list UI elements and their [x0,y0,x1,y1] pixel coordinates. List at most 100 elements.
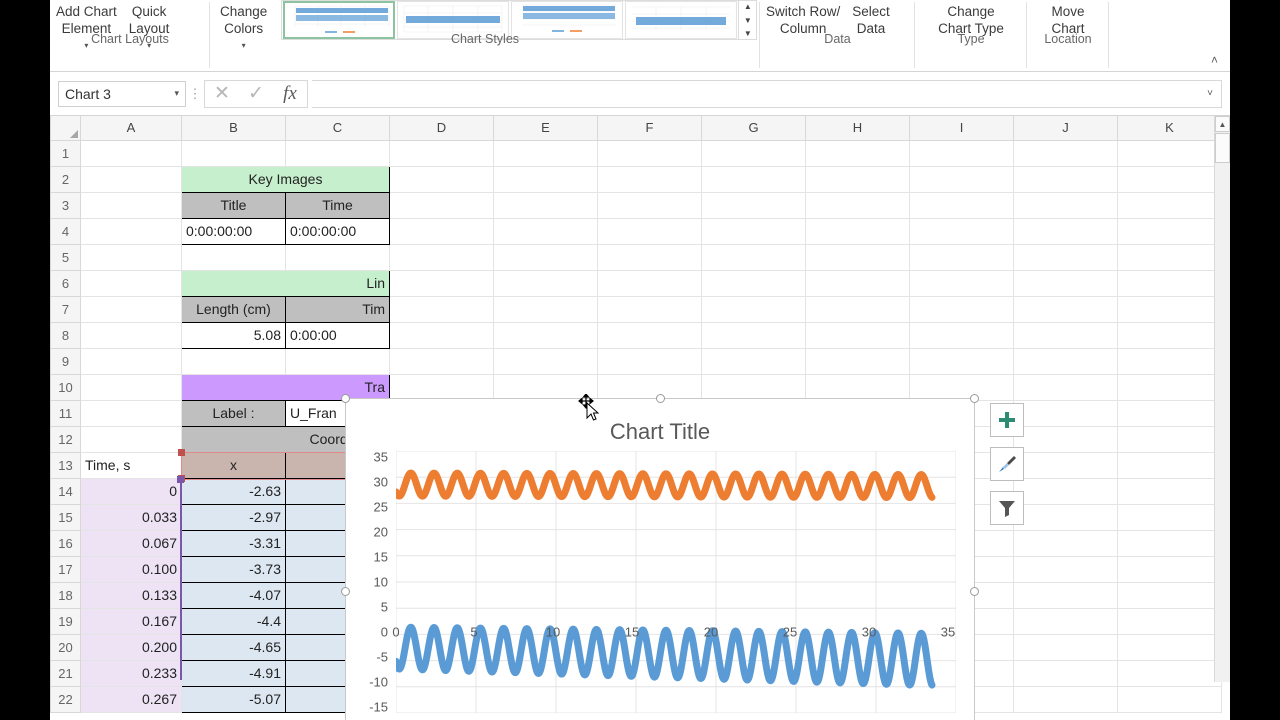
cell-A2[interactable] [80,165,182,193]
cell-A5[interactable] [80,243,182,271]
cell-B19[interactable]: -4.4 [181,607,286,635]
column-header-C[interactable]: C [285,116,390,141]
cell-C9[interactable] [285,347,390,375]
cell-E3[interactable] [493,191,598,219]
cell-D2[interactable] [389,165,494,193]
cell-H6[interactable] [805,269,910,297]
insert-function-icon[interactable]: fx [273,83,307,105]
cell-H3[interactable] [805,191,910,219]
cell-F8[interactable] [597,321,702,349]
scrollbar-thumb[interactable] [1215,133,1230,163]
row-header-7[interactable]: 7 [50,295,81,323]
cell-B16[interactable]: -3.31 [181,529,286,557]
cell-I6[interactable] [909,269,1014,297]
cell-K20[interactable] [1117,633,1222,661]
row-header-2[interactable]: 2 [50,165,81,193]
cell-G10[interactable] [701,373,806,401]
select-all-corner[interactable] [50,116,81,141]
cell-F10[interactable] [597,373,702,401]
row-header-20[interactable]: 20 [50,633,81,661]
cell-H5[interactable] [805,243,910,271]
cell-J8[interactable] [1013,321,1118,349]
cell-K19[interactable] [1117,607,1222,635]
cell-A18[interactable]: 0.133 [80,581,182,609]
chart-elements-button[interactable] [990,403,1024,437]
cell-B15[interactable]: -2.97 [181,503,286,531]
cell-A20[interactable]: 0.200 [80,633,182,661]
row-header-12[interactable]: 12 [50,425,81,453]
cell-J2[interactable] [1013,165,1118,193]
row-header-1[interactable]: 1 [50,139,81,167]
cell-J16[interactable] [1013,529,1118,557]
column-header-A[interactable]: A [80,116,182,141]
cell-H1[interactable] [805,139,910,167]
cell-E4[interactable] [493,217,598,245]
cell-C3[interactable]: Time [285,191,390,219]
cell-D1[interactable] [389,139,494,167]
cell-G6[interactable] [701,269,806,297]
row-header-16[interactable]: 16 [50,529,81,557]
cell-F2[interactable] [597,165,702,193]
cell-G1[interactable] [701,139,806,167]
chart-handle-top-left[interactable] [341,394,350,403]
cell-K13[interactable] [1117,451,1222,479]
cell-J20[interactable] [1013,633,1118,661]
cell-B21[interactable]: -4.91 [181,659,286,687]
cell-A6[interactable] [80,269,182,297]
gallery-scroll-up-icon[interactable]: ▲ [744,1,752,12]
cell-E2[interactable] [493,165,598,193]
cell-E10[interactable] [493,373,598,401]
cell-J17[interactable] [1013,555,1118,583]
cell-K18[interactable] [1117,581,1222,609]
cell-E6[interactable] [493,269,598,297]
formula-bar-grip[interactable]: ⋮ [186,86,204,102]
cell-G7[interactable] [701,295,806,323]
name-box[interactable]: Chart 3 ▾ [58,80,186,107]
cell-C8[interactable]: 0:00:00 [285,321,390,349]
vertical-scrollbar[interactable]: ▲ [1214,116,1230,682]
cell-K15[interactable] [1117,503,1222,531]
cell-J14[interactable] [1013,477,1118,505]
cell-D6[interactable] [389,269,494,297]
cell-H9[interactable] [805,347,910,375]
cell-J4[interactable] [1013,217,1118,245]
cell-G2[interactable] [701,165,806,193]
row-header-9[interactable]: 9 [50,347,81,375]
cell-I3[interactable] [909,191,1014,219]
cell-B8[interactable]: 5.08 [181,321,286,349]
cell-D5[interactable] [389,243,494,271]
cell-B2[interactable]: Key Images [181,165,390,193]
cell-A11[interactable] [80,399,182,427]
cell-I4[interactable] [909,217,1014,245]
cell-A13[interactable]: Time, s [80,451,182,479]
cell-J10[interactable] [1013,373,1118,401]
chevron-down-icon[interactable]: ˅ [1207,88,1213,99]
cell-K4[interactable] [1117,217,1222,245]
chart-title[interactable]: Chart Title [346,419,974,445]
cell-E1[interactable] [493,139,598,167]
cell-A3[interactable] [80,191,182,219]
chart-handle-middle-right[interactable] [970,587,979,596]
cell-B18[interactable]: -4.07 [181,581,286,609]
cell-I2[interactable] [909,165,1014,193]
formula-input[interactable]: ˅ [312,79,1222,108]
column-header-K[interactable]: K [1117,116,1222,141]
row-header-5[interactable]: 5 [50,243,81,271]
column-header-E[interactable]: E [493,116,598,141]
cell-I10[interactable] [909,373,1014,401]
cell-H2[interactable] [805,165,910,193]
row-header-8[interactable]: 8 [50,321,81,349]
chart-styles-button[interactable] [990,447,1024,481]
row-header-18[interactable]: 18 [50,581,81,609]
cell-K22[interactable] [1117,685,1222,713]
cell-A8[interactable] [80,321,182,349]
cell-A4[interactable] [80,217,182,245]
column-header-I[interactable]: I [909,116,1014,141]
row-header-6[interactable]: 6 [50,269,81,297]
cell-E9[interactable] [493,347,598,375]
cell-G3[interactable] [701,191,806,219]
cell-J22[interactable] [1013,685,1118,713]
cell-I9[interactable] [909,347,1014,375]
cell-A10[interactable] [80,373,182,401]
cell-B17[interactable]: -3.73 [181,555,286,583]
